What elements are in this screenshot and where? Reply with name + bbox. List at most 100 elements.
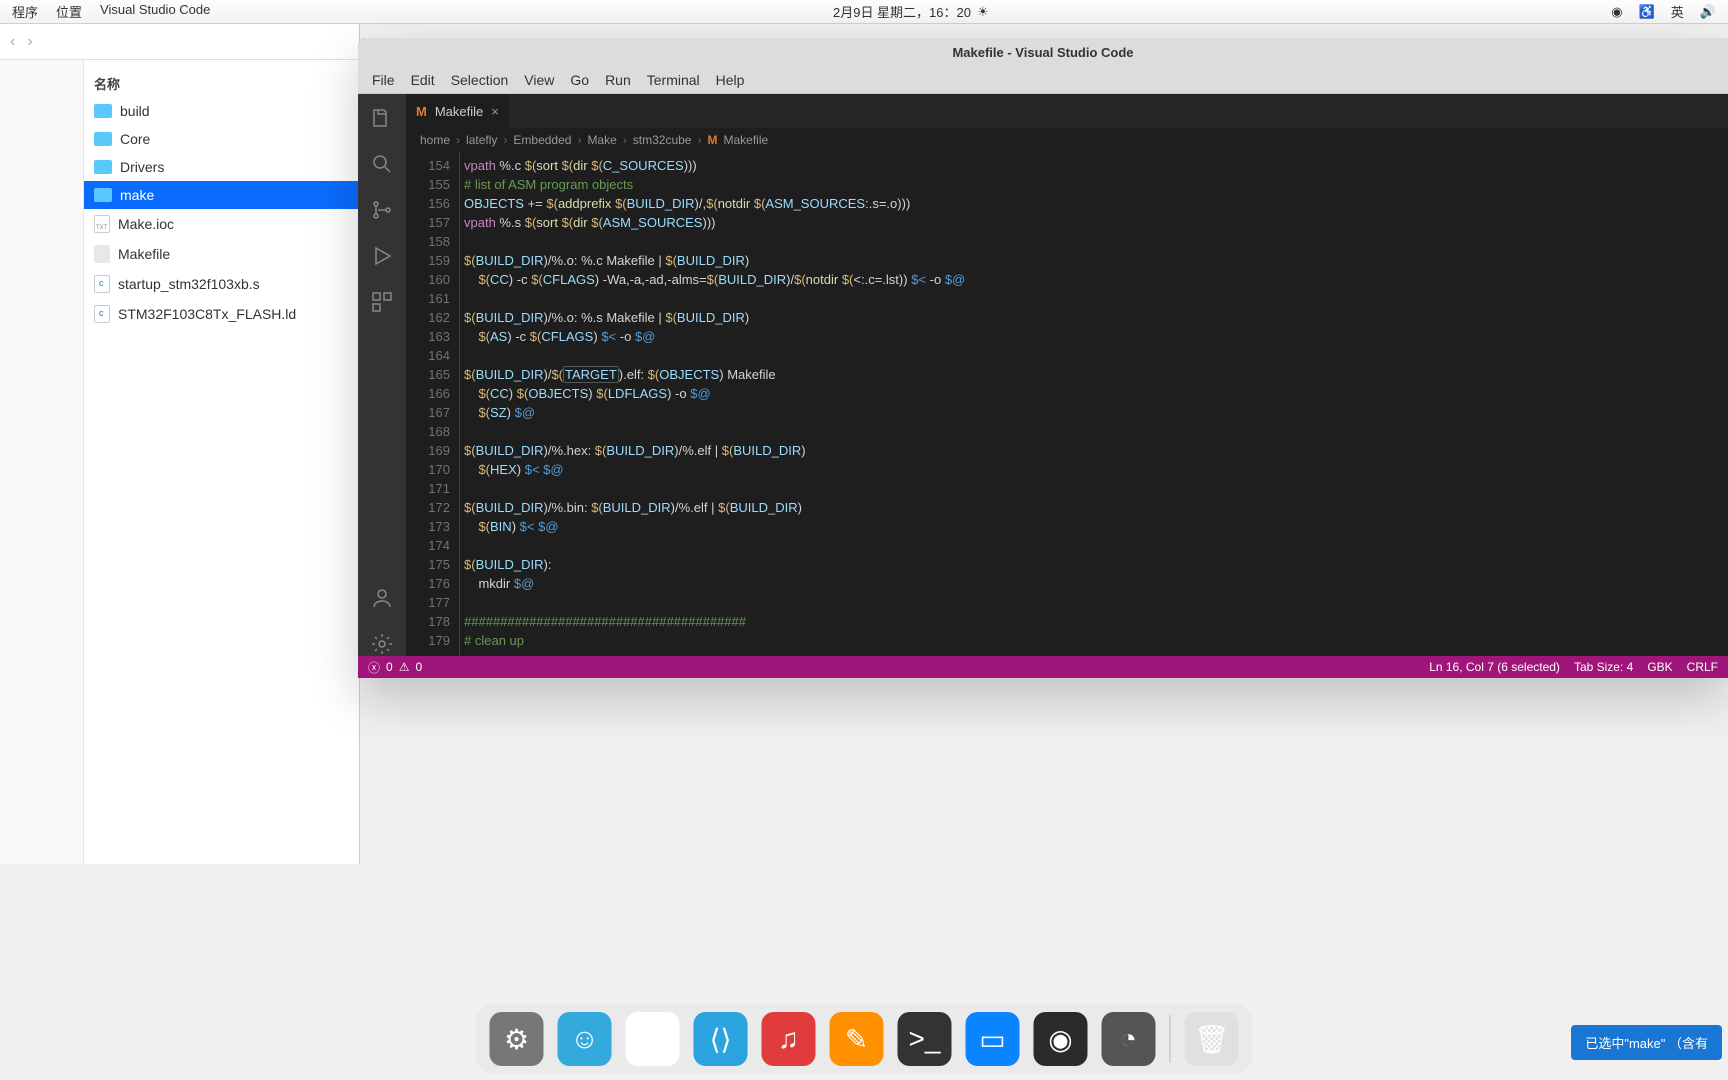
status-tabsize[interactable]: Tab Size: 4 [1574, 660, 1633, 674]
code-line-159[interactable]: $(BUILD_DIR)/%.o: %.c Makefile | $(BUILD… [464, 251, 1728, 270]
accessibility-icon[interactable]: ♿ [1639, 4, 1655, 20]
dock-chrome[interactable]: ◉ [626, 1012, 680, 1066]
code-line-167[interactable]: $(SZ) $@ [464, 403, 1728, 422]
code-line-168[interactable] [464, 422, 1728, 441]
code-line-173[interactable]: $(BIN) $< $@ [464, 517, 1728, 536]
code-line-177[interactable] [464, 593, 1728, 612]
dock-music[interactable]: ♫ [762, 1012, 816, 1066]
tab-makefile[interactable]: M Makefile × [406, 94, 509, 128]
file-row-build[interactable]: build [84, 97, 359, 125]
menu-run[interactable]: Run [605, 72, 631, 88]
code-line-166[interactable]: $(CC) $(OBJECTS) $(LDFLAGS) -o $@ [464, 384, 1728, 403]
dock-mission[interactable]: ▭ [966, 1012, 1020, 1066]
line-number: 176 [406, 574, 450, 593]
explorer-icon[interactable] [370, 106, 394, 130]
code-line-169[interactable]: $(BUILD_DIR)/%.hex: $(BUILD_DIR)/%.elf |… [464, 441, 1728, 460]
breadcrumb-item[interactable]: Embedded [513, 133, 571, 147]
error-icon: ⓧ [368, 659, 380, 676]
menu-go[interactable]: Go [570, 72, 589, 88]
code-editor[interactable]: 1541551561571581591601611621631641651661… [406, 152, 1728, 656]
dock-finder[interactable]: ☺ [558, 1012, 612, 1066]
line-number: 161 [406, 289, 450, 308]
line-number: 159 [406, 251, 450, 270]
code-line-175[interactable]: $(BUILD_DIR): [464, 555, 1728, 574]
back-button[interactable]: ‹ [10, 33, 15, 51]
code-line-164[interactable] [464, 346, 1728, 365]
file-row-Makefile[interactable]: Makefile [84, 239, 359, 269]
line-number: 177 [406, 593, 450, 612]
ime-indicator[interactable]: 英 [1671, 2, 1684, 21]
extensions-icon[interactable] [370, 290, 394, 314]
code-line-178[interactable]: ####################################### [464, 612, 1728, 631]
code-line-171[interactable] [464, 479, 1728, 498]
menu-edit[interactable]: Edit [411, 72, 435, 88]
dock-terminal[interactable]: >_ [898, 1012, 952, 1066]
debug-icon[interactable] [370, 244, 394, 268]
code-line-156[interactable]: OBJECTS += $(addprefix $(BUILD_DIR)/,$(n… [464, 194, 1728, 213]
menu-selection[interactable]: Selection [451, 72, 509, 88]
file-row-Drivers[interactable]: Drivers [84, 153, 359, 181]
file-row-Make.ioc[interactable]: Make.ioc [84, 209, 359, 239]
code-line-165[interactable]: $(BUILD_DIR)/$(TARGET).elf: $(OBJECTS) M… [464, 365, 1728, 384]
dock-settings[interactable]: ⚙ [490, 1012, 544, 1066]
status-encoding[interactable]: GBK [1647, 660, 1672, 674]
menubar-item[interactable]: Visual Studio Code [100, 2, 210, 21]
search-icon[interactable] [370, 152, 394, 176]
menu-terminal[interactable]: Terminal [647, 72, 700, 88]
file-row-Core[interactable]: Core [84, 125, 359, 153]
code-line-158[interactable] [464, 232, 1728, 251]
weather-icon: ☀ [977, 4, 989, 20]
recording-icon[interactable]: ◉ [1611, 4, 1622, 20]
menubar-item[interactable]: 位置 [56, 2, 82, 21]
file-row-STM32F103C8Tx_FLASH.ld[interactable]: STM32F103C8Tx_FLASH.ld [84, 299, 359, 329]
breadcrumb-item[interactable]: Makefile [723, 133, 768, 147]
file-icon [94, 275, 110, 293]
source-control-icon[interactable] [370, 198, 394, 222]
volume-icon[interactable]: 🔊 [1700, 4, 1716, 20]
breadcrumb[interactable]: home›latefly›Embedded›Make›stm32cube›MMa… [406, 128, 1728, 152]
settings-icon[interactable] [370, 632, 394, 656]
breadcrumb-item[interactable]: home [420, 133, 450, 147]
code-line-172[interactable]: $(BUILD_DIR)/%.bin: $(BUILD_DIR)/%.elf |… [464, 498, 1728, 517]
vscode-window: Makefile - Visual Studio Code File Edit Se… [358, 38, 1728, 678]
dock: ⚙ ☺ ◉ ⟨⟩ ♫ ✎ >_ ▭ ◉ ◔ 🗑 [476, 1004, 1253, 1074]
status-errors[interactable]: ⓧ0 ⚠0 [368, 659, 422, 676]
dock-vscode[interactable]: ⟨⟩ [694, 1012, 748, 1066]
breadcrumb-item[interactable]: latefly [466, 133, 497, 147]
code-line-154[interactable]: vpath %.c $(sort $(dir $(C_SOURCES))) [464, 156, 1728, 175]
status-eol[interactable]: CRLF [1687, 660, 1718, 674]
forward-button[interactable]: › [27, 33, 32, 51]
code-line-170[interactable]: $(HEX) $< $@ [464, 460, 1728, 479]
code-line-160[interactable]: $(CC) -c $(CFLAGS) -Wa,-a,-ad,-alms=$(BU… [464, 270, 1728, 289]
close-icon[interactable]: × [491, 104, 499, 119]
file-label: make [120, 187, 154, 203]
code-line-157[interactable]: vpath %.s $(sort $(dir $(ASM_SOURCES))) [464, 213, 1728, 232]
code-line-163[interactable]: $(AS) -c $(CFLAGS) $< -o $@ [464, 327, 1728, 346]
code-line-176[interactable]: mkdir $@ [464, 574, 1728, 593]
menubar-item[interactable]: 程序 [12, 2, 38, 21]
menu-file[interactable]: File [372, 72, 395, 88]
file-row-startup_stm32f103xb.s[interactable]: startup_stm32f103xb.s [84, 269, 359, 299]
code-line-179[interactable]: # clean up [464, 631, 1728, 650]
code-content[interactable]: vpath %.c $(sort $(dir $(C_SOURCES)))# l… [464, 152, 1728, 656]
menu-help[interactable]: Help [716, 72, 745, 88]
column-header-name[interactable]: 名称 [84, 70, 359, 97]
code-line-174[interactable] [464, 536, 1728, 555]
code-line-161[interactable] [464, 289, 1728, 308]
code-line-162[interactable]: $(BUILD_DIR)/%.o: %.s Makefile | $(BUILD… [464, 308, 1728, 327]
dock-notes[interactable]: ✎ [830, 1012, 884, 1066]
menu-view[interactable]: View [524, 72, 554, 88]
vscode-titlebar: Makefile - Visual Studio Code [358, 38, 1728, 66]
makefile-icon: M [707, 133, 717, 147]
breadcrumb-item[interactable]: stm32cube [633, 133, 692, 147]
dock-trash[interactable]: 🗑 [1185, 1012, 1239, 1066]
file-row-make[interactable]: make [84, 181, 359, 209]
dock-activity[interactable]: ◔ [1102, 1012, 1156, 1066]
status-selection[interactable]: Ln 16, Col 7 (6 selected) [1429, 660, 1560, 674]
line-number: 158 [406, 232, 450, 251]
dock-obs[interactable]: ◉ [1034, 1012, 1088, 1066]
account-icon[interactable] [370, 586, 394, 610]
breadcrumb-item[interactable]: Make [587, 133, 616, 147]
code-line-155[interactable]: # list of ASM program objects [464, 175, 1728, 194]
folder-icon [94, 104, 112, 118]
